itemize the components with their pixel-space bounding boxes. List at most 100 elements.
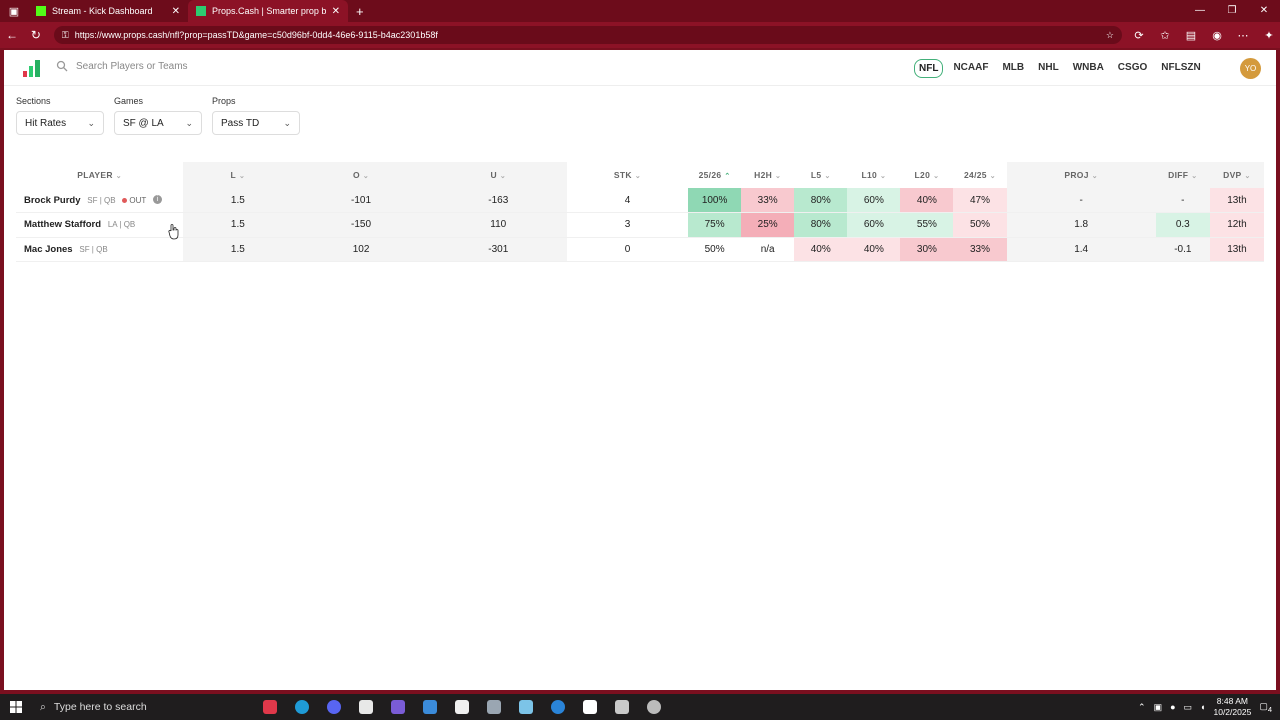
- sections-select[interactable]: Hit Rates ⌄: [16, 111, 104, 135]
- col-header-diff[interactable]: DIFF ⌄: [1155, 162, 1210, 188]
- extensions-icon[interactable]: ⟳: [1128, 29, 1150, 42]
- col-header-o[interactable]: O ⌄: [292, 162, 430, 188]
- recorder-app-icon[interactable]: [256, 694, 284, 720]
- browser-tab-propscash[interactable]: Props.Cash | Smarter prop bets. M ✕: [188, 0, 348, 22]
- minimize-icon[interactable]: —: [1184, 0, 1216, 22]
- tray-app-icon[interactable]: ▣: [1154, 702, 1163, 713]
- discord-app-icon[interactable]: [320, 694, 348, 720]
- league-nav: NFL NCAAF MLB NHL WNBA CSGO NFLSZN: [914, 59, 1205, 78]
- address-bar-row: ← ↻ ⚿ https://www.props.cash/nfl?prop=pa…: [0, 22, 1280, 48]
- new-tab-icon[interactable]: +: [348, 4, 372, 19]
- notification-count: 4: [1267, 704, 1272, 714]
- col-header-dvp[interactable]: DVP ⌄: [1209, 162, 1264, 188]
- league-tab-nfl[interactable]: NFL: [914, 59, 944, 78]
- close-tab-icon[interactable]: ✕: [332, 6, 340, 17]
- collections-icon[interactable]: ▤: [1180, 29, 1202, 42]
- browser-tab-kick[interactable]: Stream - Kick Dashboard ✕: [28, 0, 188, 22]
- volume-icon[interactable]: ◖: [1200, 702, 1205, 712]
- player-cell[interactable]: Mac Jones SF | QB: [16, 237, 184, 262]
- clock[interactable]: 8:48 AM 10/2/2025: [1213, 696, 1251, 718]
- col-header-l10[interactable]: L10 ⌄: [847, 162, 901, 188]
- taskbar-search-input[interactable]: Type here to search: [54, 701, 147, 713]
- favorites-icon[interactable]: ✩: [1154, 29, 1176, 42]
- capcut-app-icon[interactable]: [576, 694, 604, 720]
- tab-title: Props.Cash | Smarter prop bets. M: [212, 6, 326, 16]
- notes-app-icon[interactable]: [512, 694, 540, 720]
- windows-start-icon[interactable]: [0, 694, 32, 720]
- steam-app-icon[interactable]: [416, 694, 444, 720]
- player-name[interactable]: Matthew Stafford: [24, 219, 101, 230]
- notifications-icon[interactable]: ▢4: [1259, 701, 1272, 714]
- league-tab-csgo[interactable]: CSGO: [1114, 59, 1151, 78]
- league-tab-wnba[interactable]: WNBA: [1069, 59, 1108, 78]
- microphone-icon[interactable]: ●: [1170, 702, 1175, 712]
- tab-actions-icon[interactable]: ▣: [0, 0, 28, 22]
- refresh-icon[interactable]: ↻: [24, 28, 48, 42]
- player-team-pos: SF | QB: [87, 195, 116, 205]
- browser-app-icon[interactable]: [544, 694, 572, 720]
- league-tab-ncaaf[interactable]: NCAAF: [949, 59, 992, 78]
- close-tab-icon[interactable]: ✕: [172, 6, 180, 17]
- user-avatar[interactable]: YO: [1240, 58, 1261, 79]
- col-header-h2h[interactable]: H2H ⌄: [741, 162, 795, 188]
- search-input[interactable]: Search Players or Teams: [76, 61, 188, 72]
- proj-cell: -: [1006, 188, 1156, 213]
- table-row[interactable]: Mac Jones SF | QB 1.5 102 -301 0 50% n/a…: [16, 237, 1264, 262]
- l20-cell: 55%: [900, 212, 954, 238]
- media-app-icon[interactable]: [384, 694, 412, 720]
- table-row[interactable]: Brock Purdy SF | QB OUT i 1.5 -101 -163 …: [16, 188, 1264, 213]
- favorite-star-icon[interactable]: ☆: [1106, 30, 1114, 41]
- player-name[interactable]: Brock Purdy: [24, 195, 81, 206]
- url-field[interactable]: ⚿ https://www.props.cash/nfl?prop=passTD…: [53, 26, 1122, 44]
- l20-cell: 40%: [900, 188, 954, 213]
- profile-icon[interactable]: ◉: [1206, 29, 1228, 42]
- player-team-pos: LA | QB: [107, 220, 136, 230]
- col-header-proj[interactable]: PROJ ⌄: [1006, 162, 1156, 188]
- player-cell[interactable]: Matthew Stafford LA | QB: [16, 212, 184, 238]
- mouse-pointer-icon: [168, 224, 179, 240]
- info-icon[interactable]: i: [153, 195, 163, 205]
- folder-app-icon[interactable]: [608, 694, 636, 720]
- back-icon[interactable]: ←: [0, 28, 24, 42]
- season-2425-cell: 47%: [953, 188, 1007, 213]
- close-window-icon[interactable]: ✕: [1248, 0, 1280, 22]
- col-header-l[interactable]: L ⌄: [183, 162, 293, 188]
- network-icon[interactable]: ▭: [1184, 702, 1193, 713]
- tray-chevron-icon[interactable]: ⌃: [1138, 702, 1146, 713]
- sections-filter: Sections Hit Rates ⌄: [16, 96, 104, 135]
- file-app-icon[interactable]: [352, 694, 380, 720]
- league-tab-nhl[interactable]: NHL: [1034, 59, 1063, 78]
- copilot-icon[interactable]: ✦: [1258, 29, 1280, 42]
- col-header-player[interactable]: PLAYER ⌄: [16, 162, 184, 188]
- chevron-down-icon: ⌄: [185, 117, 193, 128]
- maximize-icon[interactable]: ❐: [1216, 0, 1248, 22]
- league-tab-mlb[interactable]: MLB: [998, 59, 1028, 78]
- col-header-u[interactable]: U ⌄: [429, 162, 567, 188]
- props-select[interactable]: Pass TD ⌄: [212, 111, 300, 135]
- search-bar[interactable]: Search Players or Teams: [56, 60, 188, 72]
- under-odds-cell: -301: [429, 237, 567, 262]
- notepad-app-icon[interactable]: [448, 694, 476, 720]
- edge-app-icon[interactable]: [288, 694, 316, 720]
- col-header-l20[interactable]: L20 ⌄: [900, 162, 954, 188]
- propscash-logo-icon[interactable]: [22, 58, 42, 78]
- under-odds-cell: -163: [429, 188, 567, 213]
- player-cell[interactable]: Brock Purdy SF | QB OUT i: [16, 188, 184, 213]
- games-select[interactable]: SF @ LA ⌄: [114, 111, 202, 135]
- more-menu-icon[interactable]: ⋯: [1232, 29, 1254, 42]
- l20-cell: 30%: [900, 237, 954, 262]
- over-odds-cell: 102: [292, 237, 430, 262]
- player-name[interactable]: Mac Jones: [24, 244, 73, 255]
- taskbar-search[interactable]: ⌕ Type here to search: [32, 694, 232, 720]
- tab-title: Stream - Kick Dashboard: [52, 6, 153, 16]
- settings-app-icon[interactable]: [640, 694, 668, 720]
- league-tab-nflszn[interactable]: NFLSZN: [1157, 59, 1204, 78]
- table-row[interactable]: Matthew Stafford LA | QB 1.5 -150 110 3 …: [16, 212, 1264, 238]
- files-app-icon[interactable]: [480, 694, 508, 720]
- col-header-stk[interactable]: STK ⌄: [566, 162, 689, 188]
- col-header-2526[interactable]: 25/26 ⌃: [688, 162, 742, 188]
- browser-tab-strip: ▣ Stream - Kick Dashboard ✕ Props.Cash |…: [0, 0, 1280, 22]
- col-header-2425[interactable]: 24/25 ⌄: [953, 162, 1007, 188]
- col-header-l5[interactable]: L5 ⌄: [794, 162, 848, 188]
- hit-rates-table: PLAYER ⌄ L ⌄ O ⌄ U ⌄ STK ⌄ 25/26 ⌃ H2H ⌄ L5 ⌄ L1…: [16, 162, 1264, 262]
